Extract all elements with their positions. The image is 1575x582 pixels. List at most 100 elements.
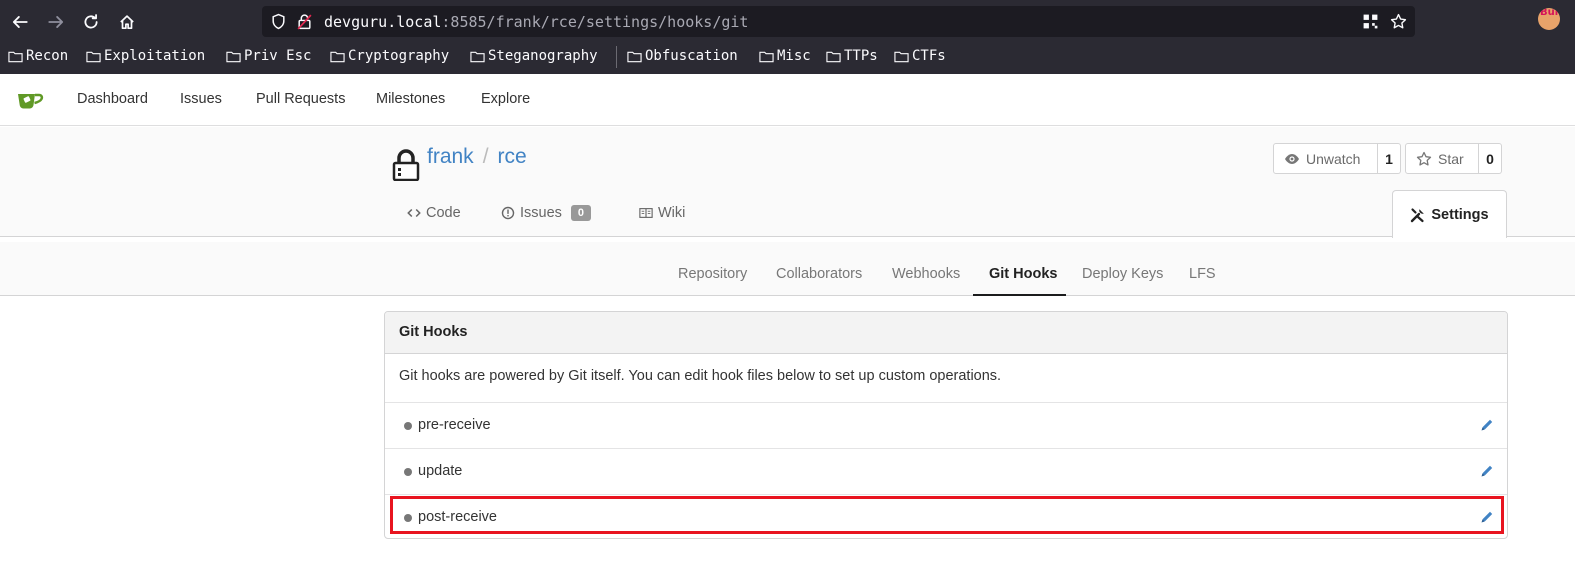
issue-opened-icon <box>501 206 515 220</box>
watch-group: Unwatch 1 <box>1273 143 1401 174</box>
tab-wiki[interactable]: Wiki <box>639 205 685 221</box>
nav-milestones[interactable]: Milestones <box>376 91 445 107</box>
reload-button[interactable] <box>79 10 103 34</box>
bookmark-label: CTFs <box>912 48 946 64</box>
nav-issues[interactable]: Issues <box>180 91 222 107</box>
bookmark-ctfs[interactable]: CTFs <box>894 48 946 64</box>
active-tab-underline <box>973 294 1066 296</box>
reload-icon <box>84 14 98 29</box>
git-hooks-panel: Git Hooks Git hooks are powered by Git i… <box>384 311 1508 539</box>
repo-owner-link[interactable]: frank <box>427 145 474 168</box>
bookmarks-separator <box>616 46 617 68</box>
repo-title-separator: / <box>482 145 489 168</box>
bookmark-cryptography[interactable]: Cryptography <box>330 48 449 64</box>
back-arrow-icon <box>12 16 28 28</box>
star-icon <box>1416 151 1432 166</box>
bookmark-label: Exploitation <box>104 48 206 64</box>
bookmarks-toolbar: Recon Exploitation Priv Esc Cryptography… <box>0 44 1575 70</box>
tab-settings-label: Settings <box>1431 206 1489 223</box>
hook-row-post-receive: post-receive <box>385 494 1507 538</box>
subnav-git-hooks[interactable]: Git Hooks <box>989 266 1057 282</box>
tab-code-label: Code <box>426 205 461 221</box>
forward-arrow-icon <box>48 16 64 28</box>
bookmark-priv-esc[interactable]: Priv Esc <box>226 48 311 64</box>
hook-row-update: update <box>385 448 1507 494</box>
nav-explore[interactable]: Explore <box>481 91 530 107</box>
bookmark-label: Cryptography <box>348 48 450 64</box>
code-icon <box>407 208 421 218</box>
eye-icon <box>1285 153 1299 164</box>
book-icon <box>639 208 653 218</box>
gitea-logo-icon[interactable] <box>17 90 45 110</box>
star-label: Star <box>1438 150 1464 167</box>
pencil-icon[interactable] <box>1479 509 1495 525</box>
shield-icon[interactable] <box>270 13 287 30</box>
qr-code-icon[interactable] <box>1362 13 1379 30</box>
bookmark-label: Obfuscation <box>645 48 738 64</box>
home-icon <box>120 15 134 30</box>
subnav-collaborators[interactable]: Collaborators <box>776 266 862 282</box>
bookmark-recon[interactable]: Recon <box>8 48 68 64</box>
tab-settings[interactable]: Settings <box>1392 190 1507 238</box>
bookmark-ttps[interactable]: TTPs <box>826 48 878 64</box>
home-button[interactable] <box>115 10 139 34</box>
hook-status-dot <box>404 422 412 430</box>
private-lock-icon <box>392 149 420 181</box>
hook-row-pre-receive: pre-receive <box>385 402 1507 448</box>
forward-button[interactable] <box>44 10 68 34</box>
repo-name-link[interactable]: rce <box>498 145 527 168</box>
folder-icon <box>894 51 909 62</box>
unwatch-button[interactable]: Unwatch <box>1273 143 1378 174</box>
nav-pull-requests[interactable]: Pull Requests <box>256 91 345 107</box>
tools-icon <box>1411 207 1425 222</box>
star-button[interactable]: Star <box>1405 143 1479 174</box>
tab-wiki-label: Wiki <box>658 205 686 221</box>
subnav-lfs[interactable]: LFS <box>1189 266 1216 282</box>
hook-name: update <box>418 463 463 479</box>
subnav-webhooks[interactable]: Webhooks <box>892 266 960 282</box>
repo-title: frank / rce <box>427 145 527 169</box>
settings-subnav: Repository Collaborators Webhooks Git Ho… <box>0 242 1575 296</box>
bookmark-exploitation[interactable]: Exploitation <box>86 48 205 64</box>
profile-avatar[interactable]: Bur <box>1538 8 1560 30</box>
folder-icon <box>826 51 841 62</box>
subnav-deploy-keys[interactable]: Deploy Keys <box>1082 266 1163 282</box>
tab-code[interactable]: Code <box>407 205 461 221</box>
unwatch-label: Unwatch <box>1306 150 1361 167</box>
bookmark-obfuscation[interactable]: Obfuscation <box>627 48 738 64</box>
tab-issues[interactable]: Issues 0 <box>501 205 592 221</box>
hook-name: post-receive <box>418 509 497 525</box>
hook-name: pre-receive <box>418 417 491 433</box>
pencil-icon[interactable] <box>1479 463 1495 479</box>
bookmark-label: Priv Esc <box>244 48 312 64</box>
panel-header: Git Hooks <box>385 312 1507 354</box>
address-bar[interactable]: devguru.local:8585/frank/rce/settings/ho… <box>262 6 1415 37</box>
nav-dashboard[interactable]: Dashboard <box>77 91 148 107</box>
folder-icon <box>330 51 345 62</box>
bookmark-star-icon[interactable] <box>1390 13 1407 30</box>
url-path: :8585/frank/rce/settings/hooks/git <box>441 13 749 31</box>
hook-status-dot <box>404 468 412 476</box>
bookmark-steganography[interactable]: Steganography <box>470 48 598 64</box>
profile-badge: Bur <box>1540 8 1560 18</box>
pencil-icon[interactable] <box>1479 417 1495 433</box>
insecure-lock-icon[interactable] <box>296 13 313 30</box>
watch-count[interactable]: 1 <box>1378 143 1401 174</box>
browser-chrome: devguru.local:8585/frank/rce/settings/ho… <box>0 0 1575 74</box>
folder-icon <box>759 51 774 62</box>
url-host: devguru.local <box>324 13 442 31</box>
bookmark-misc[interactable]: Misc <box>759 48 811 64</box>
bookmark-label: Recon <box>26 48 69 64</box>
back-button[interactable] <box>8 10 32 34</box>
folder-icon <box>226 51 241 62</box>
bookmark-label: Steganography <box>488 48 598 64</box>
bookmark-label: TTPs <box>844 48 878 64</box>
star-count[interactable]: 0 <box>1479 143 1502 174</box>
folder-icon <box>470 51 485 62</box>
tab-issues-label: Issues <box>520 205 562 221</box>
issues-count-badge: 0 <box>570 205 592 221</box>
star-group: Star 0 <box>1405 143 1502 174</box>
url-text[interactable]: devguru.local:8585/frank/rce/settings/ho… <box>324 13 748 31</box>
subnav-repository[interactable]: Repository <box>678 266 747 282</box>
bookmark-label: Misc <box>777 48 811 64</box>
